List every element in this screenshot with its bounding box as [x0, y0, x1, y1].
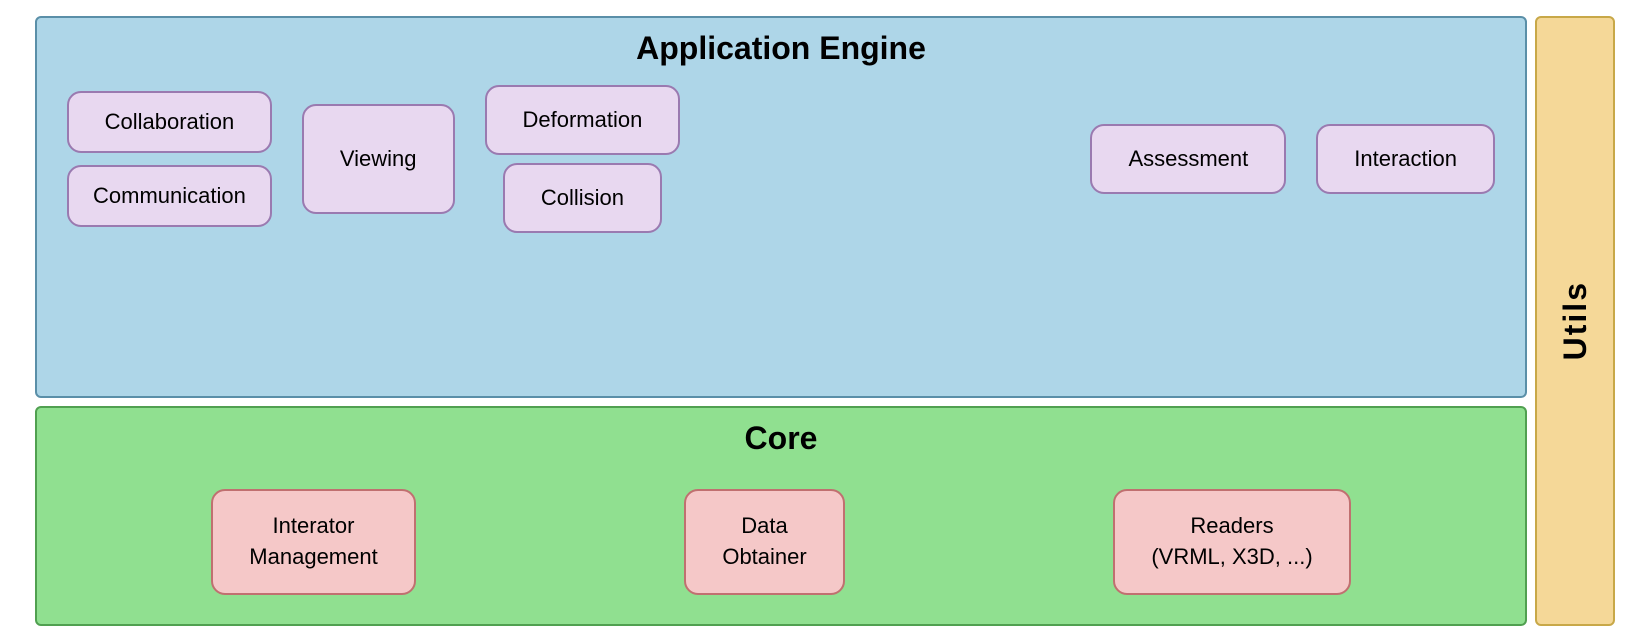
assessment-box: Assessment: [1090, 124, 1286, 194]
readers-box: Readers (VRML, X3D, ...): [1113, 489, 1350, 595]
interaction-box: Interaction: [1316, 124, 1495, 194]
data-obtainer-box: Data Obtainer: [684, 489, 844, 595]
app-engine-boxes: Collaboration Communication Viewing Defo…: [57, 85, 1505, 233]
collision-box: Collision: [503, 163, 662, 233]
deform-collision-group: Deformation Collision: [485, 85, 681, 233]
core-title: Core: [57, 420, 1505, 457]
viewing-box: Viewing: [302, 104, 455, 214]
collab-comm-group: Collaboration Communication: [67, 91, 272, 227]
app-engine-title: Application Engine: [57, 30, 1505, 67]
utils-label: Utils: [1557, 281, 1594, 360]
deformation-box: Deformation: [485, 85, 681, 155]
app-engine-layer: Application Engine Collaboration Communi…: [35, 16, 1527, 398]
diagram-container: Application Engine Collaboration Communi…: [35, 16, 1615, 626]
interator-management-box: Interator Management: [211, 489, 415, 595]
communication-box: Communication: [67, 165, 272, 227]
collaboration-box: Collaboration: [67, 91, 272, 153]
core-boxes: Interator Management Data Obtainer Reade…: [57, 475, 1505, 599]
core-layer: Core Interator Management Data Obtainer …: [35, 406, 1527, 626]
utils-sidebar: Utils: [1535, 16, 1615, 626]
main-column: Application Engine Collaboration Communi…: [35, 16, 1527, 626]
